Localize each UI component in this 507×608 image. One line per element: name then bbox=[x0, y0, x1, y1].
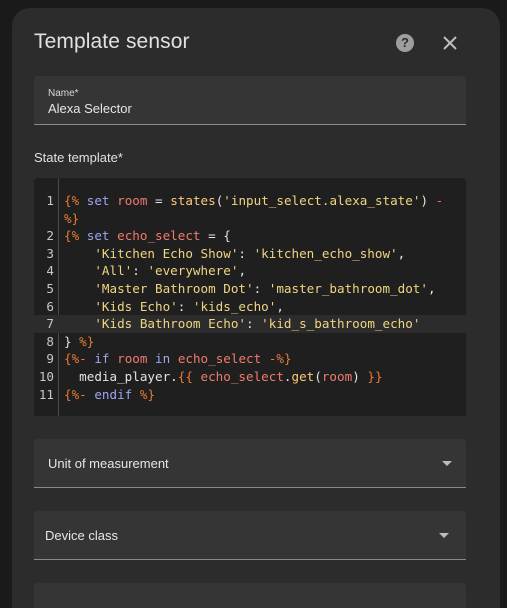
code-line: 'Master Bathroom Dot': 'master_bathroom_… bbox=[94, 281, 436, 296]
line-number: 2 bbox=[46, 228, 54, 244]
name-field[interactable]: Name* Alexa Selector bbox=[34, 76, 466, 125]
code-line: } %} bbox=[64, 333, 95, 349]
device-class-label: Device class bbox=[45, 528, 118, 543]
state-template-label: State template* bbox=[34, 150, 123, 165]
unit-of-measurement-label: Unit of measurement bbox=[48, 456, 169, 471]
dialog-title: Template sensor bbox=[34, 30, 190, 53]
device-class-select[interactable]: Device class bbox=[34, 511, 466, 560]
line-number: 4 bbox=[46, 263, 54, 279]
line-number: 6 bbox=[46, 298, 54, 314]
code-line: %} bbox=[64, 210, 80, 226]
code-line: {%- if room in echo_select -%} bbox=[64, 351, 292, 367]
chevron-down-icon bbox=[442, 461, 452, 466]
name-field-value[interactable]: Alexa Selector bbox=[48, 101, 132, 116]
line-number: 3 bbox=[46, 245, 54, 261]
help-icon[interactable]: ? bbox=[396, 34, 414, 52]
chevron-down-icon bbox=[439, 533, 449, 538]
active-line: 7 'Kids Bathroom Echo': 'kid_s_bathroom_… bbox=[34, 315, 466, 333]
line-number: 10 bbox=[38, 369, 54, 384]
line-number: 7 bbox=[46, 316, 54, 332]
code-line: 'All': 'everywhere', bbox=[94, 263, 247, 279]
line-number: 8 bbox=[46, 333, 54, 349]
code-line: media_player.{{ echo_select.get(room) }} bbox=[64, 369, 383, 384]
code-line: 'Kids Echo': 'kids_echo', bbox=[94, 298, 284, 314]
code-line: {% set room = states('input_select.alexa… bbox=[64, 193, 444, 208]
unit-of-measurement-select[interactable]: Unit of measurement bbox=[34, 439, 466, 488]
line-number: 5 bbox=[46, 281, 54, 296]
state-template-editor[interactable]: 1 {% set room = states('input_select.ale… bbox=[34, 178, 466, 416]
line-number: 9 bbox=[46, 351, 54, 367]
template-sensor-dialog: Template sensor ? Name* Alexa Selector S… bbox=[12, 8, 500, 608]
code-line: 'Kids Bathroom Echo': 'kid_s_bathroom_ec… bbox=[94, 316, 421, 332]
name-field-label: Name* bbox=[48, 88, 79, 99]
line-number: 1 bbox=[46, 193, 54, 208]
code-line: {%- endif %} bbox=[64, 386, 156, 402]
line-number: 11 bbox=[38, 386, 54, 402]
next-field[interactable] bbox=[34, 583, 466, 608]
code-line: {% set echo_select = { bbox=[64, 228, 231, 244]
close-icon[interactable] bbox=[441, 34, 459, 52]
code-line: 'Kitchen Echo Show': 'kitchen_echo_show'… bbox=[94, 245, 406, 261]
